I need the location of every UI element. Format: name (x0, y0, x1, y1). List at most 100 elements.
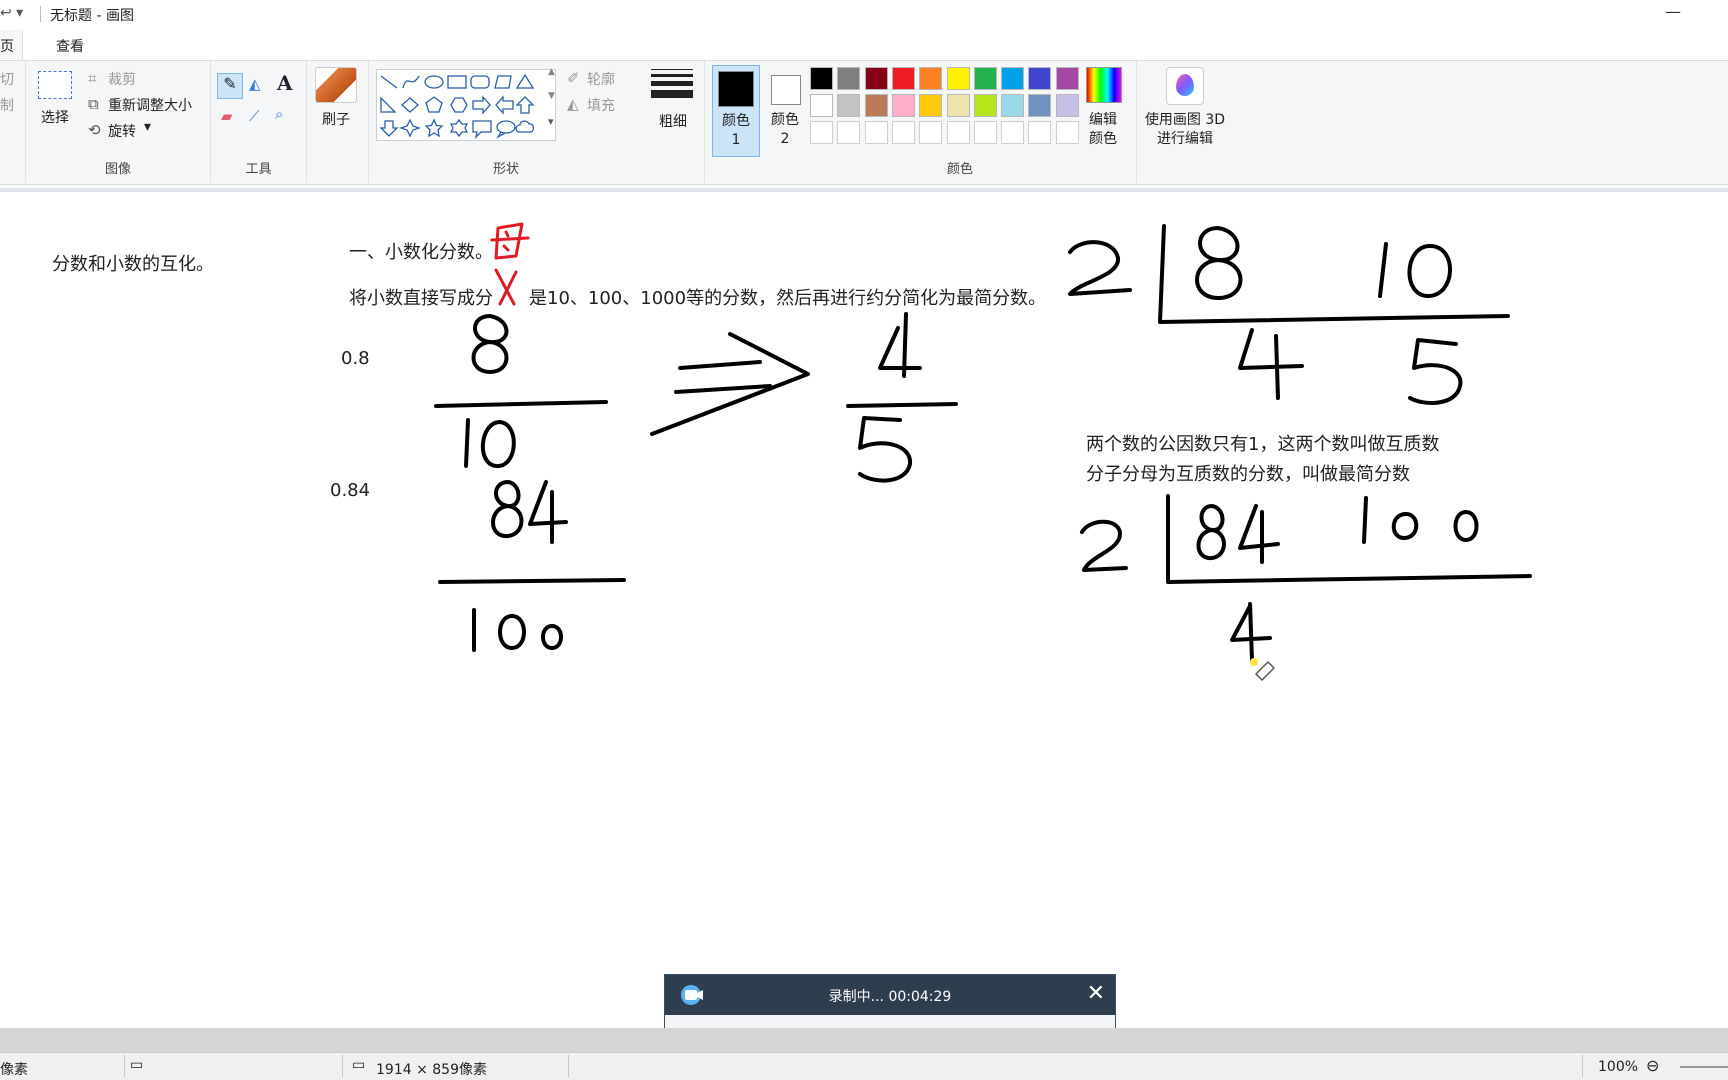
cut-button[interactable]: 剪切 (0, 69, 14, 89)
eraser-icon[interactable]: ▰ (221, 107, 233, 125)
color-swatch[interactable] (1001, 121, 1025, 144)
color-swatch[interactable] (837, 67, 861, 90)
shape-rounded-rect-icon[interactable] (470, 75, 490, 89)
pencil-tool[interactable]: ✎ (217, 73, 243, 99)
shape-triangle-icon[interactable] (515, 73, 535, 89)
shape-line-icon[interactable] (380, 75, 398, 89)
color-swatch[interactable] (1028, 67, 1052, 90)
color-swatch[interactable] (837, 121, 861, 144)
fill-dropdown[interactable]: 填充 (587, 95, 615, 115)
color-swatch[interactable] (973, 121, 997, 144)
recording-status: 录制中... 00:04:29 (828, 989, 952, 1005)
color-swatch[interactable] (946, 121, 970, 144)
title-separator (40, 6, 41, 22)
rotate-dropdown-icon[interactable]: ▾ (144, 119, 151, 135)
select-button[interactable]: 选择 (38, 71, 74, 151)
status-divider (1582, 1055, 1583, 1077)
shape-arrow-down-icon[interactable] (379, 120, 399, 137)
color-swatch[interactable] (946, 67, 970, 90)
edit-colors-button[interactable]: 编辑颜色 (1086, 67, 1128, 157)
color-swatch[interactable] (919, 67, 943, 90)
color-swatch[interactable] (1055, 121, 1079, 144)
color1-button[interactable]: 颜色 1 (712, 65, 760, 157)
tab-view[interactable]: 查看 (56, 36, 84, 56)
shape-polygon-icon[interactable] (494, 75, 512, 89)
color-swatch[interactable] (1055, 94, 1079, 117)
shape-star6-icon[interactable] (449, 118, 469, 138)
color2-button[interactable]: 颜色 2 (762, 65, 810, 157)
copy-button[interactable]: 复制 (0, 95, 14, 115)
shape-curve-icon[interactable] (402, 75, 420, 89)
color-swatch[interactable] (810, 94, 833, 117)
close-icon[interactable]: ✕ (1087, 981, 1105, 1006)
recorder-header: 录制中... 00:04:29 ✕ (665, 975, 1115, 1015)
paint3d-button[interactable]: 使用画图 3D 进行编辑 (1142, 67, 1228, 157)
color-swatch[interactable] (891, 67, 915, 90)
color-swatch[interactable] (946, 94, 970, 117)
shape-rectangle-icon[interactable] (447, 75, 467, 89)
quick-access-toolbar[interactable]: ↩ ▾ (0, 5, 23, 21)
fill-bucket-icon[interactable]: ◭ (249, 75, 261, 93)
color-swatch[interactable] (891, 121, 915, 144)
status-bar: 像素 ▭ ▭ 1914 × 859像素 100% ⊖ (0, 1052, 1728, 1080)
colors-group-label: 颜色 (946, 162, 973, 177)
shape-star4-icon[interactable] (398, 118, 422, 138)
color-swatch[interactable] (864, 121, 888, 144)
text-tool-icon[interactable]: A (277, 71, 293, 95)
implies-arrow (650, 332, 810, 436)
canvas-size-icon: ▭ (352, 1057, 366, 1073)
color-swatch[interactable] (891, 94, 915, 117)
shape-right-triangle-icon[interactable] (380, 96, 397, 113)
color-swatch[interactable] (919, 94, 943, 117)
color-swatch[interactable] (864, 94, 888, 117)
image-group: 选择 ⌗ 裁剪 ⧉ 重新调整大小 ⟲ 旋转 ▾ 图像 (26, 61, 211, 183)
shape-pentagon-icon[interactable] (425, 96, 443, 113)
shape-callout-oval-icon[interactable] (496, 120, 516, 139)
color-swatch[interactable] (1028, 94, 1052, 117)
shape-callout-cloud-icon[interactable] (515, 120, 535, 133)
shape-arrow-left-icon[interactable] (495, 95, 514, 115)
color-swatch[interactable] (1001, 67, 1025, 90)
handwriting-layer (434, 222, 1532, 681)
tab-home[interactable]: 主页 (0, 30, 23, 61)
rotate-button[interactable]: 旋转 (108, 121, 136, 141)
shape-arrow-right-icon[interactable] (472, 95, 491, 115)
shape-star5-icon[interactable] (424, 118, 444, 138)
color2-swatch (771, 75, 801, 105)
crop-button[interactable]: 裁剪 (108, 69, 136, 89)
shape-arrow-up-icon[interactable] (515, 96, 535, 114)
magnifier-icon[interactable]: ⌕ (275, 105, 283, 123)
color-swatch[interactable] (810, 121, 833, 144)
shapes-scroll-down-icon[interactable]: ▼ (548, 91, 555, 101)
shape-callout-rect-icon[interactable] (472, 120, 492, 139)
color-swatch[interactable] (1055, 67, 1079, 90)
color-swatch[interactable] (864, 67, 888, 90)
tab-home-label: 主页 (0, 39, 14, 55)
minimize-button[interactable]: — (1665, 2, 1681, 21)
short-division-84-100 (1080, 494, 1532, 662)
color-swatch[interactable] (1001, 94, 1025, 117)
color-swatch[interactable] (837, 94, 861, 117)
drawing-canvas[interactable]: 分数和小数的互化。 一、小数化分数。 将小数直接写成分 是10、100、1000… (0, 188, 1728, 1028)
shape-oval-icon[interactable] (424, 75, 444, 89)
cursor-position-unit: 像素 (0, 1062, 28, 1078)
outline-dropdown[interactable]: 轮廓 (587, 69, 615, 89)
shape-hexagon-icon[interactable] (450, 97, 468, 113)
size-button[interactable]: 粗细 (651, 69, 695, 159)
color-swatch[interactable] (919, 121, 943, 144)
shape-diamond-icon[interactable] (401, 97, 419, 113)
shapes-gallery[interactable] (376, 69, 556, 141)
resize-button[interactable]: 重新调整大小 (108, 95, 192, 115)
zoom-out-button[interactable]: ⊖ (1646, 1056, 1659, 1075)
zoom-slider[interactable] (1680, 1066, 1728, 1068)
shapes-scroll-up-icon[interactable]: ▲ (548, 67, 555, 77)
brush-button[interactable]: 刷子 (315, 67, 361, 157)
color-swatch[interactable] (973, 67, 997, 90)
color-swatch[interactable] (1028, 121, 1052, 144)
color-swatch[interactable] (810, 67, 833, 90)
color-swatch[interactable] (973, 94, 997, 117)
shapes-more-icon[interactable]: ▾ (548, 115, 554, 128)
color-picker-icon[interactable]: ⟋ (249, 107, 260, 125)
edit-colors-label: 编辑颜色 (1089, 112, 1117, 147)
pencil-cursor-icon (1250, 658, 1275, 681)
